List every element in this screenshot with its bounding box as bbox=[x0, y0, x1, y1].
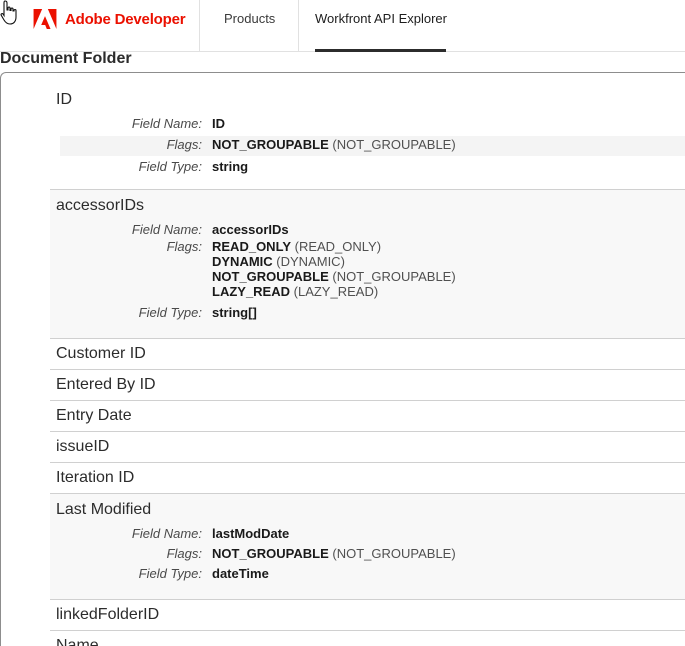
field-name-label: Field Name: bbox=[131, 526, 202, 541]
field-name-label: Field Name: bbox=[131, 222, 202, 237]
hand-cursor-icon bbox=[0, 0, 17, 25]
active-nav-indicator bbox=[315, 49, 446, 52]
field-details: Field Name: ID Flags: NOT_GROUPABLE (NOT… bbox=[50, 116, 685, 176]
field-list: ID Field Name: ID Flags: NOT_GROUPABLE (… bbox=[50, 82, 685, 646]
field-name-value: lastModDate bbox=[212, 526, 290, 541]
field-title[interactable]: Iteration ID bbox=[50, 463, 685, 493]
field-item-entry-date[interactable]: Entry Date bbox=[50, 401, 685, 432]
field-item-customer-id[interactable]: Customer ID bbox=[50, 339, 685, 370]
flags-list: READ_ONLY (READ_ONLY) DYNAMIC (DYNAMIC) … bbox=[212, 239, 456, 299]
field-title[interactable]: issueID bbox=[50, 432, 685, 462]
field-item-iteration-id[interactable]: Iteration ID bbox=[50, 463, 685, 494]
field-type-label: Field Type: bbox=[138, 566, 202, 581]
field-type-value: string[] bbox=[212, 305, 257, 320]
flags-label: Flags: bbox=[166, 137, 202, 152]
flag-entry: NOT_GROUPABLE (NOT_GROUPABLE) bbox=[212, 546, 456, 561]
top-navigation: Adobe Developer Products Workfront API E… bbox=[0, 0, 685, 52]
field-title[interactable]: accessorIDs bbox=[50, 190, 685, 220]
flag-entry: DYNAMIC (DYNAMIC) bbox=[212, 254, 345, 269]
field-name-label: Field Name: bbox=[131, 116, 202, 131]
field-type-row: Field Type: string[] bbox=[50, 302, 685, 322]
field-item-linkedfolderid[interactable]: linkedFolderID bbox=[50, 600, 685, 631]
field-name-row: Field Name: accessorIDs bbox=[50, 220, 685, 238]
page-title: Document Folder bbox=[0, 50, 132, 67]
nav-item-workfront-api-explorer[interactable]: Workfront API Explorer bbox=[315, 11, 447, 26]
flag-entry: READ_ONLY (READ_ONLY) bbox=[212, 239, 382, 254]
flag-entry: LAZY_READ (LAZY_READ) bbox=[212, 284, 379, 299]
flags-row: Flags: NOT_GROUPABLE (NOT_GROUPABLE) bbox=[60, 136, 685, 156]
field-title[interactable]: Name bbox=[50, 631, 685, 646]
nav-divider bbox=[298, 0, 299, 51]
field-type-value: dateTime bbox=[212, 566, 269, 581]
field-item-entered-by-id[interactable]: Entered By ID bbox=[50, 370, 685, 401]
flags-label: Flags: bbox=[166, 239, 202, 254]
flags-row: Flags: READ_ONLY (READ_ONLY) DYNAMIC (DY… bbox=[50, 239, 685, 299]
flag-entry: NOT_GROUPABLE (NOT_GROUPABLE) bbox=[212, 137, 456, 152]
field-title[interactable]: Entered By ID bbox=[50, 370, 685, 400]
field-type-row: Field Type: dateTime bbox=[50, 564, 685, 584]
field-type-label: Field Type: bbox=[138, 305, 202, 320]
field-item-issueid[interactable]: issueID bbox=[50, 432, 685, 463]
field-title[interactable]: Entry Date bbox=[50, 401, 685, 431]
field-title[interactable]: ID bbox=[50, 82, 685, 116]
flags-row: Flags: NOT_GROUPABLE (NOT_GROUPABLE) bbox=[50, 544, 685, 564]
field-name-row: Field Name: ID bbox=[50, 116, 685, 136]
field-details: Field Name: accessorIDs Flags: READ_ONLY… bbox=[50, 220, 685, 322]
field-title[interactable]: Customer ID bbox=[50, 339, 685, 369]
field-item-last-modified[interactable]: Last Modified Field Name: lastModDate Fl… bbox=[50, 494, 685, 600]
field-name-value: accessorIDs bbox=[212, 222, 289, 237]
field-title[interactable]: linkedFolderID bbox=[50, 600, 685, 630]
field-title[interactable]: Last Modified bbox=[50, 494, 685, 524]
field-item-accessorids[interactable]: accessorIDs Field Name: accessorIDs Flag… bbox=[50, 190, 685, 339]
field-name-value: ID bbox=[212, 116, 225, 131]
nav-item-products[interactable]: Products bbox=[224, 11, 275, 26]
flags-label: Flags: bbox=[166, 546, 202, 561]
field-type-value: string bbox=[212, 159, 249, 174]
field-item-name[interactable]: Name bbox=[50, 631, 685, 646]
nav-divider bbox=[199, 0, 200, 51]
field-name-row: Field Name: lastModDate bbox=[50, 524, 685, 544]
adobe-logo-icon bbox=[33, 9, 57, 29]
flag-entry: NOT_GROUPABLE (NOT_GROUPABLE) bbox=[212, 269, 456, 284]
field-details: Field Name: lastModDate Flags: NOT_GROUP… bbox=[50, 524, 685, 584]
field-type-label: Field Type: bbox=[138, 159, 202, 174]
brand-link[interactable]: Adobe Developer bbox=[33, 8, 186, 30]
brand-name: Adobe Developer bbox=[65, 10, 186, 28]
field-type-row: Field Type: string bbox=[50, 156, 685, 176]
field-item-id[interactable]: ID Field Name: ID Flags: NOT_GROUPABLE (… bbox=[50, 82, 685, 190]
